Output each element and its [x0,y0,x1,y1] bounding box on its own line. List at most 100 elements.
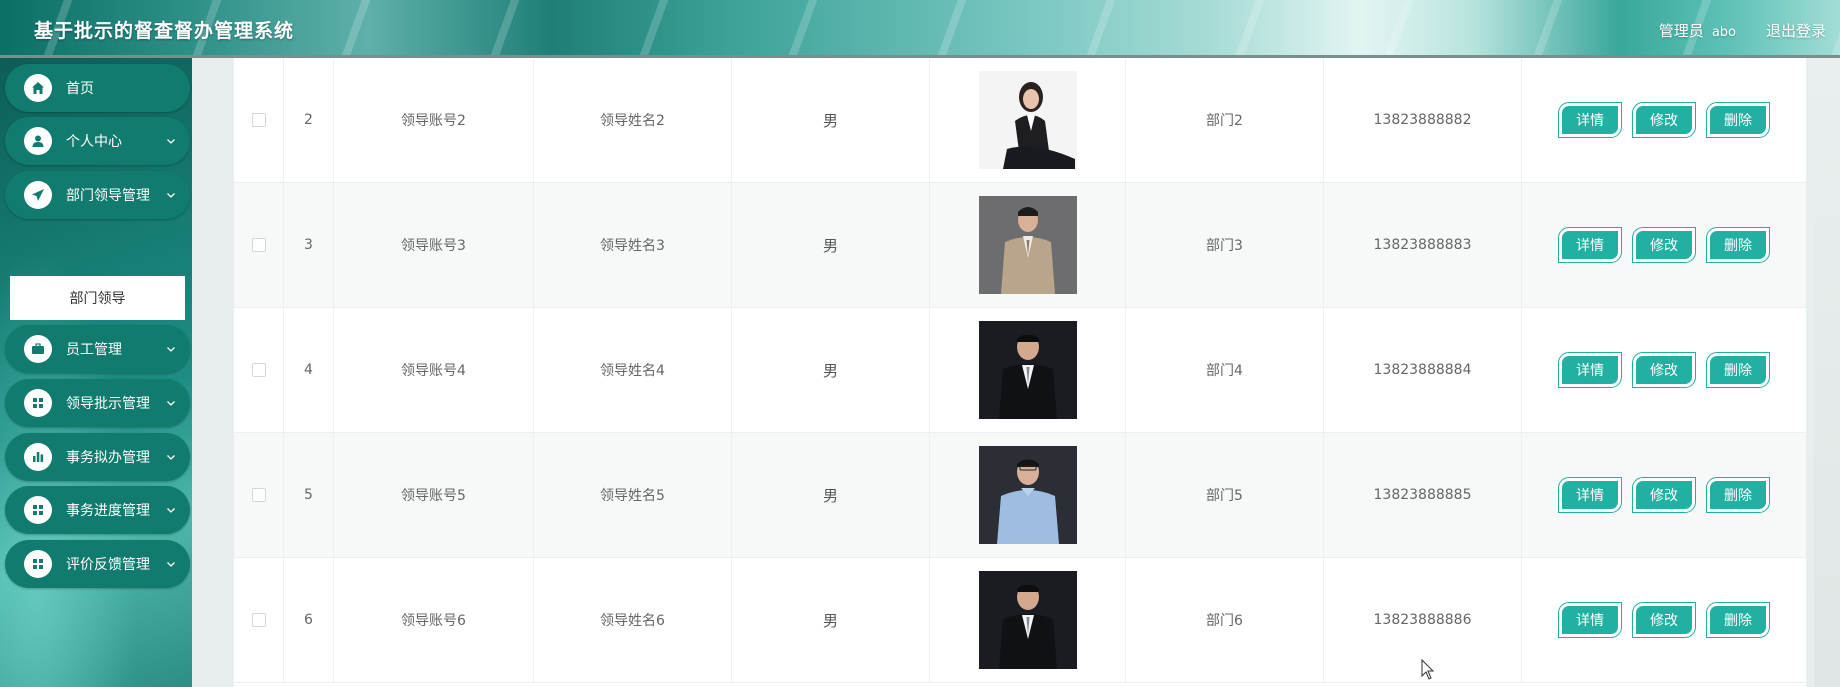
chevron-down-icon [167,347,175,352]
detail-button[interactable]: 详情 [1558,102,1622,138]
sidebar-item-label: 事务拟办管理 [66,450,150,466]
table-row: 2 领导账号2 领导姓名2 男 部门2 13823888882 详情 修改 删除 [234,58,1806,183]
sidebar-item-label: 首页 [66,81,94,97]
delete-button[interactable]: 删除 [1706,102,1770,138]
chevron-down-icon [167,401,175,406]
edit-button[interactable]: 修改 [1632,227,1696,263]
leader-photo [978,571,1077,669]
detail-button[interactable]: 详情 [1558,227,1622,263]
home-icon [24,74,52,102]
chevron-down-icon [167,193,175,198]
mouse-cursor-icon [1421,659,1435,680]
leader-dept: 部门5 [1126,433,1324,557]
edit-button[interactable]: 修改 [1632,477,1696,513]
leader-sex: 男 [732,433,930,557]
sidebar-item-staff[interactable]: 员工管理 [5,325,190,373]
sidebar-item-label: 事务进度管理 [66,503,150,519]
chevron-down-icon [167,455,175,460]
delete-button[interactable]: 删除 [1706,477,1770,513]
leader-name: 领导姓名5 [534,433,732,557]
leader-photo [978,196,1077,294]
chevron-down-icon [167,508,175,513]
right-scroll-area[interactable] [1814,58,1840,687]
detail-button[interactable]: 详情 [1558,352,1622,388]
delete-button[interactable]: 删除 [1706,352,1770,388]
table-row: 3 领导账号3 领导姓名3 男 部门3 13823888883 详情 修改 删除 [234,183,1806,308]
leader-account: 领导账号4 [334,308,534,432]
logout-button[interactable]: 退出登录 [1766,20,1826,41]
sidebar-item-leader-instruction[interactable]: 领导批示管理 [5,379,190,427]
leader-photo [978,71,1077,169]
leader-dept: 部门2 [1126,58,1324,182]
row-checkbox[interactable] [251,613,266,627]
bar-chart-icon [24,443,52,471]
detail-button[interactable]: 详情 [1558,477,1622,513]
sidebar-item-dept-leader[interactable]: 部门领导管理 [5,171,190,219]
paper-plane-icon [24,181,52,209]
edit-button[interactable]: 修改 [1632,602,1696,638]
leader-dept: 部门3 [1126,183,1324,307]
table-row: 5 领导账号5 领导姓名5 男 部门5 13823888885 详情 修改 删除 [234,433,1806,558]
grid-icon [24,389,52,417]
current-user: 管理员 abo [1659,20,1736,41]
leader-phone: 13823888882 [1324,58,1522,182]
leader-sex: 男 [732,558,930,682]
row-index: 5 [284,433,334,557]
delete-button[interactable]: 删除 [1706,227,1770,263]
edit-button[interactable]: 修改 [1632,352,1696,388]
leader-table: 2 领导账号2 领导姓名2 男 部门2 13823888882 详情 修改 删除 [234,58,1806,687]
row-index: 3 [284,183,334,307]
leader-phone: 13823888885 [1324,433,1522,557]
main-content: 2 领导账号2 领导姓名2 男 部门2 13823888882 详情 修改 删除 [192,58,1840,687]
user-icon [24,127,52,155]
grid-icon [24,550,52,578]
leader-account: 领导账号6 [334,558,534,682]
sidebar-item-label: 个人中心 [66,134,122,150]
row-checkbox[interactable] [251,238,266,252]
leader-phone: 13823888884 [1324,308,1522,432]
row-index: 4 [284,308,334,432]
leader-name: 领导姓名6 [534,558,732,682]
leader-dept: 部门4 [1126,308,1324,432]
leader-photo [978,446,1077,544]
sidebar-item-label: 员工管理 [66,342,122,358]
leader-phone: 13823888883 [1324,183,1522,307]
sidebar-item-label: 评价反馈管理 [66,557,150,573]
leader-sex: 男 [732,308,930,432]
chevron-down-icon [167,139,175,144]
leader-dept: 部门6 [1126,558,1324,682]
edit-button[interactable]: 修改 [1632,102,1696,138]
sidebar-item-personal-center[interactable]: 个人中心 [5,117,190,165]
detail-button[interactable]: 详情 [1558,602,1622,638]
leader-name: 领导姓名3 [534,183,732,307]
sidebar-item-feedback[interactable]: 评价反馈管理 [5,540,190,588]
leader-name: 领导姓名4 [534,308,732,432]
sidebar: 首页 个人中心 部门领导管理 部门领导 员工管理 领导批示管理 事务拟办管理 事… [0,58,192,687]
sidebar-item-home[interactable]: 首页 [5,64,190,112]
system-title: 基于批示的督查督办管理系统 [34,20,295,42]
row-index: 2 [284,58,334,182]
leader-account: 领导账号3 [334,183,534,307]
leader-sex: 男 [732,183,930,307]
leader-account: 领导账号5 [334,433,534,557]
leader-sex: 男 [732,58,930,182]
sidebar-item-label: 部门领导管理 [66,188,150,204]
sidebar-item-affair-progress[interactable]: 事务进度管理 [5,486,190,534]
user-name: abo [1711,25,1736,40]
top-header: 基于批示的督查督办管理系统 管理员 abo 退出登录 [0,0,1840,58]
sidebar-item-label: 领导批示管理 [66,396,150,412]
leader-photo [978,321,1077,419]
sidebar-item-affair-draft[interactable]: 事务拟办管理 [5,433,190,481]
leader-account: 领导账号2 [334,58,534,182]
row-index: 6 [284,558,334,682]
row-checkbox[interactable] [251,363,266,377]
delete-button[interactable]: 删除 [1706,602,1770,638]
row-checkbox[interactable] [251,488,266,502]
grid-icon [24,496,52,524]
briefcase-icon [24,335,52,363]
submenu-item-dept-leader[interactable]: 部门领导 [10,276,185,320]
chevron-down-icon [167,562,175,567]
table-row: 4 领导账号4 领导姓名4 男 部门4 13823888884 详情 修改 删除 [234,308,1806,433]
user-role: 管理员 [1658,22,1704,40]
row-checkbox[interactable] [251,113,266,127]
